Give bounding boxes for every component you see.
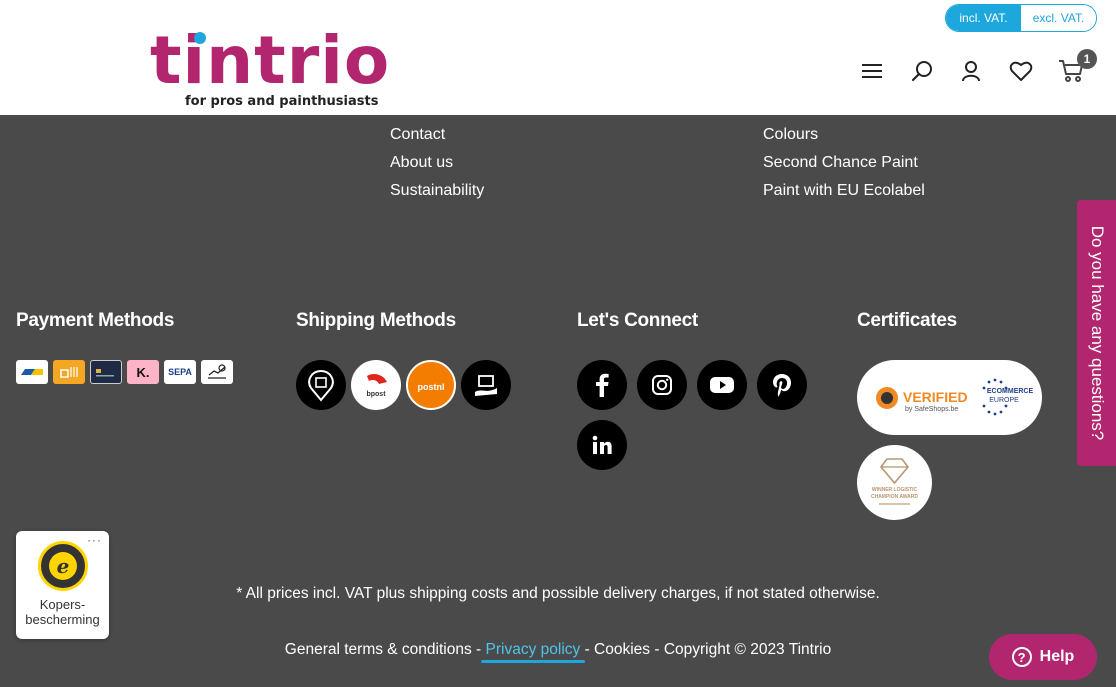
footer-link-contact[interactable]: Contact [390,126,445,144]
award-line-2: CHAMPION AWARD [871,494,918,500]
svg-text:postnl: postnl [418,382,445,392]
payment-methods-title: Payment Methods [16,310,175,331]
logistic-champion-award-certificate[interactable]: WINNER LOGISTIC CHAMPION AWARD [857,445,932,520]
klarna-icon: K. [127,360,159,384]
logo-wordmark: tintrio [150,22,391,99]
safeshops-ecommerce-europe-certificate[interactable]: VERIFIED by SafeShops.be ECOMMERCE EUROP… [857,360,1042,435]
bancontact-icon [16,360,48,384]
bpost-icon: bpost [351,360,401,410]
vat-excl-option[interactable]: excl. VAT. [1021,5,1096,31]
menu-icon[interactable] [859,58,885,84]
cookies-link[interactable]: Cookies [594,641,650,658]
vat-incl-option[interactable]: incl. VAT. [946,5,1021,31]
cert-europe-text: EUROPE [989,397,1019,404]
logo-tagline: for pros and painthusiasts [185,94,379,109]
footer-link-second-chance-paint[interactable]: Second Chance Paint [763,154,918,172]
youtube-icon[interactable] [697,360,747,410]
question-mark-icon: ? [1011,647,1032,667]
certificates-title: Certificates [857,310,957,331]
pickup-point-icon [296,360,346,410]
home-delivery-icon [461,360,511,410]
pinterest-icon[interactable] [757,360,807,410]
terms-link[interactable]: General terms & conditions [285,641,472,658]
footer-link-eu-ecolabel[interactable]: Paint with EU Ecolabel [763,182,925,200]
cert-verified-sub: by SafeShops.be [905,406,958,413]
footer-link-sustainability[interactable]: Sustainability [390,182,484,200]
card-icon [90,360,122,384]
legal-separator: - [580,641,595,658]
cart-count-badge: 1 [1077,49,1097,69]
footer-link-about-us[interactable]: About us [390,154,453,172]
lets-connect-title: Let's Connect [577,310,698,331]
buyer-protection-label-line2: bescherming [25,612,100,627]
search-icon[interactable] [909,58,935,84]
svg-text:bpost: bpost [366,391,386,398]
questions-side-tab-label: Do you have any questions? [1088,225,1107,441]
tintrio-logo[interactable]: tintrio for pros and painthusiasts [150,28,410,114]
transfer-icon [201,360,233,384]
footer-link-colours[interactable]: Colours [763,126,818,144]
user-icon[interactable] [958,58,984,84]
legal-separator: - [650,641,664,658]
privacy-policy-link[interactable]: Privacy policy [486,641,581,658]
sepa-icon: SEPA [164,360,196,384]
vat-toggle: incl. VAT. excl. VAT. [945,4,1097,32]
award-line-1: WINNER LOGISTIC [872,487,918,493]
site-header: tintrio for pros and painthusiasts incl.… [0,0,1116,115]
facebook-icon[interactable] [577,360,627,410]
payconiq-icon [53,360,85,384]
linkedin-icon[interactable] [577,420,627,470]
help-button[interactable]: ? Help [989,634,1097,680]
more-options-icon[interactable]: ··· [87,533,102,547]
shipping-methods-title: Shipping Methods [296,310,456,331]
trusted-shops-seal-icon: e [38,541,88,591]
cert-verified-text: VERIFIED [903,389,968,405]
cert-ecommerce-text: ECOMMERCE [987,388,1034,395]
postnl-icon: postnl [406,360,456,410]
legal-separator: - [471,641,486,658]
prices-note: * All prices incl. VAT plus shipping cos… [236,585,880,602]
copyright-text: Copyright © 2023 Tintrio [663,641,832,658]
instagram-icon[interactable] [637,360,687,410]
legal-links: General terms & conditions - Privacy pol… [0,641,1116,659]
logo-dot [194,32,206,44]
heart-icon[interactable] [1008,58,1034,84]
help-button-label: Help [1039,648,1075,665]
